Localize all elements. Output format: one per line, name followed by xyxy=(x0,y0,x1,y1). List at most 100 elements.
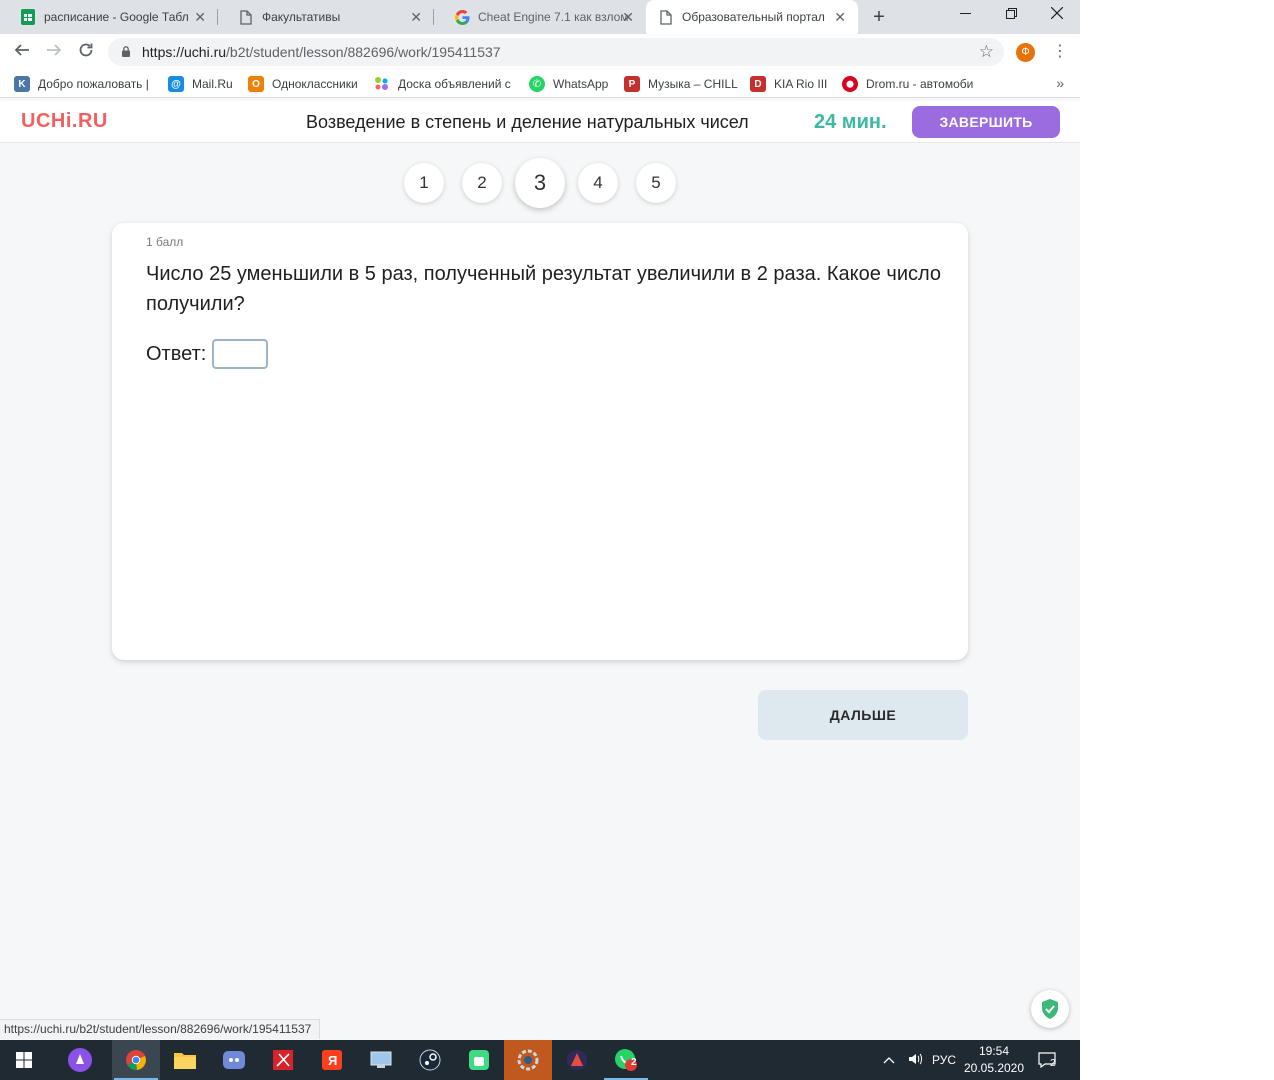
clock-time: 19:54 xyxy=(978,1044,1010,1058)
mailru-icon: @ xyxy=(168,76,184,92)
file-explorer-icon[interactable] xyxy=(161,1040,209,1080)
snipping-tool-icon[interactable] xyxy=(259,1040,307,1080)
bookmark-star-icon[interactable]: ☆ xyxy=(979,42,994,62)
taskbar-clock[interactable]: 19:54 20.05.2020 xyxy=(962,1043,1026,1077)
bookmark-label: Музыка – CHILL xyxy=(648,77,738,91)
answer-input[interactable] xyxy=(212,339,269,369)
chrome-icon[interactable] xyxy=(112,1040,160,1080)
answer-row: Ответ: xyxy=(146,339,269,369)
tab-close-icon[interactable]: ✕ xyxy=(410,9,422,25)
cheat-engine-icon[interactable] xyxy=(504,1040,552,1080)
lock-icon xyxy=(122,46,130,57)
bookmark-avito[interactable]: Доска объявлений с xyxy=(374,76,512,92)
timer: 24 мин. xyxy=(814,111,887,133)
steam-icon[interactable] xyxy=(406,1040,454,1080)
drom-icon: ⬤ xyxy=(842,76,858,92)
whatsapp-icon: ✆ xyxy=(529,76,545,92)
vk-icon: K xyxy=(14,76,30,92)
minimize-button[interactable] xyxy=(942,0,988,30)
page-5-button[interactable]: 5 xyxy=(636,163,676,203)
music-p-icon: P xyxy=(624,76,640,92)
restore-button[interactable] xyxy=(988,0,1034,30)
game-launcher-icon[interactable] xyxy=(553,1040,601,1080)
tab-label: Образовательный портал xyxy=(682,10,825,24)
system-tray: РУС xyxy=(880,1040,956,1080)
status-bar-url: https://uchi.ru/b2t/student/lesson/88269… xyxy=(0,1019,321,1039)
browser-tab-uchi[interactable]: Образовательный портал ✕ xyxy=(646,0,858,34)
bookmark-label: Drom.ru - автомоби xyxy=(866,77,974,91)
more-bookmarks-icon[interactable]: » xyxy=(1056,75,1064,91)
windows-start-button[interactable] xyxy=(0,1040,48,1080)
finish-button[interactable]: ЗАВЕРШИТЬ xyxy=(912,106,1060,138)
close-window-button[interactable] xyxy=(1034,0,1080,30)
tab-label: Факультативы xyxy=(262,10,341,24)
tab-close-icon[interactable]: ✕ xyxy=(834,9,846,25)
volume-icon[interactable] xyxy=(906,1052,926,1069)
task-question: Число 25 уменьшили в 5 раз, полученный р… xyxy=(146,263,942,315)
browser-tab-electives[interactable]: Факультативы ✕ xyxy=(218,0,434,34)
language-indicator[interactable]: РУС xyxy=(932,1053,956,1067)
bookmark-label: Одноклассники xyxy=(272,77,358,91)
back-button[interactable] xyxy=(11,41,33,63)
odnoklassniki-icon: О xyxy=(248,76,264,92)
computer-icon[interactable] xyxy=(357,1040,405,1080)
page-4-button[interactable]: 4 xyxy=(578,163,618,203)
task-card: 1 балл Число 25 уменьшили в 5 раз, получ… xyxy=(112,223,968,660)
bookmark-label: Доска объявлений с xyxy=(398,77,511,91)
blank-area xyxy=(1080,0,1274,1080)
alice-icon[interactable] xyxy=(56,1040,104,1080)
url-path: /b2t/student/lesson/882696/work/19541153… xyxy=(226,44,501,60)
sheets-icon xyxy=(20,9,36,25)
document-icon xyxy=(238,9,254,25)
bookmark-kia[interactable]: D KIA Rio III xyxy=(750,76,827,92)
screen: расписание - Google Табл ✕ Факультативы … xyxy=(0,0,1080,1080)
site-header: UCHi.RU Возведение в степень и деление н… xyxy=(0,101,1080,143)
windows-taskbar: Я 2 РУС 19:54 20.05.2020 2 xyxy=(0,1040,1080,1080)
url-host: https://uchi.ru xyxy=(142,44,227,60)
shield-icon[interactable] xyxy=(1031,990,1069,1028)
whatsapp-badge: 2 xyxy=(631,1057,637,1068)
new-tab-button[interactable]: + xyxy=(868,6,890,28)
browser-tab-cheat-engine[interactable]: Cheat Engine 7.1 как взлом ✕ xyxy=(434,0,646,34)
android-emulator-icon[interactable] xyxy=(455,1040,503,1080)
whatsapp-taskbar-icon[interactable]: 2 xyxy=(602,1040,650,1080)
tab-close-icon[interactable]: ✕ xyxy=(194,9,206,25)
notifications-button[interactable]: 2 xyxy=(1038,1040,1066,1080)
lesson-title: Возведение в степень и деление натуральн… xyxy=(306,112,749,132)
browser-toolbar: https://uchi.ru/b2t/student/lesson/88269… xyxy=(0,34,1080,70)
document-icon xyxy=(658,9,674,25)
google-icon xyxy=(454,9,470,25)
page-3-button[interactable]: 3 xyxy=(515,158,565,208)
bookmark-label: WhatsApp xyxy=(553,77,609,91)
bookmark-drom[interactable]: ⬤ Drom.ru - автомоби xyxy=(842,76,978,92)
bookmark-label: Mail.Ru xyxy=(192,77,233,91)
drive2-icon: D xyxy=(750,76,766,92)
bookmark-label: KIA Rio III xyxy=(774,77,828,91)
browser-tab-sheets[interactable]: расписание - Google Табл ✕ xyxy=(0,0,218,34)
bookmark-odnoklassniki[interactable]: О Одноклассники xyxy=(248,76,358,92)
profile-avatar[interactable]: Ф xyxy=(1016,43,1035,62)
bookmark-vk[interactable]: K Добро пожаловать | xyxy=(14,76,150,92)
page-1-button[interactable]: 1 xyxy=(404,163,444,203)
task-points: 1 балл xyxy=(146,235,184,249)
url-text: https://uchi.ru/b2t/student/lesson/88269… xyxy=(142,44,501,60)
bookmark-mailru[interactable]: @ Mail.Ru xyxy=(168,76,233,92)
bookmark-music[interactable]: P Музыка – CHILL xyxy=(624,76,738,92)
yandex-browser-icon[interactable]: Я xyxy=(308,1040,356,1080)
bookmark-label: Добро пожаловать | xyxy=(38,77,149,91)
avito-icon xyxy=(374,76,390,92)
chevron-up-icon[interactable] xyxy=(880,1053,898,1067)
clock-date: 20.05.2020 xyxy=(963,1061,1025,1075)
tab-close-icon[interactable]: ✕ xyxy=(622,9,634,25)
tab-label: Cheat Engine 7.1 как взлом xyxy=(478,10,629,24)
notification-count: 2 xyxy=(1050,1058,1056,1069)
browser-menu-icon[interactable]: ⋮ xyxy=(1052,41,1068,63)
address-bar[interactable]: https://uchi.ru/b2t/student/lesson/88269… xyxy=(108,38,1004,66)
bookmark-whatsapp[interactable]: ✆ WhatsApp xyxy=(529,76,608,92)
page-2-button[interactable]: 2 xyxy=(462,163,502,203)
reload-button[interactable] xyxy=(75,41,97,63)
discord-icon[interactable] xyxy=(210,1040,258,1080)
uchi-logo[interactable]: UCHi.RU xyxy=(21,110,108,133)
forward-button[interactable] xyxy=(43,41,65,63)
next-button[interactable]: ДАЛЬШЕ xyxy=(758,690,968,740)
